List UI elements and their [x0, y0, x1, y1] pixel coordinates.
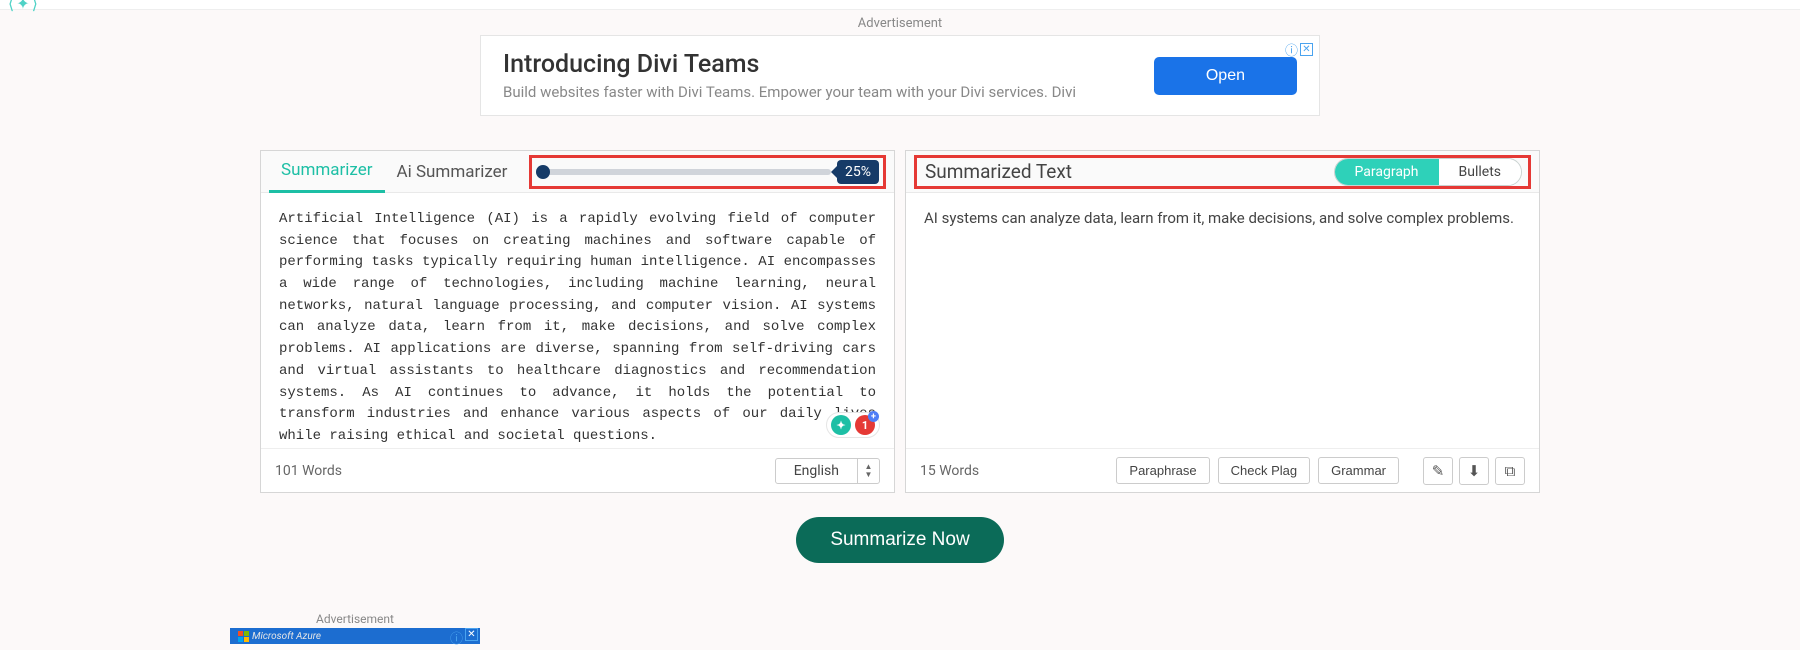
ad-info-icon[interactable]: ⓘ	[1285, 40, 1298, 59]
summarize-now-button[interactable]: Summarize Now	[796, 517, 1003, 563]
ad-banner-bottom[interactable]: Advertisement Microsoft Azure ⓘ ✕	[230, 606, 480, 644]
site-logo[interactable]: ⟨ ✦ ⟩	[8, 0, 58, 8]
output-panel-footer: 15 Words Paraphrase Check Plag Grammar ✎…	[906, 448, 1539, 492]
ad-bottom-bar[interactable]: Microsoft Azure ⓘ ✕	[230, 628, 480, 644]
language-select-arrows-icon[interactable]: ▲▼	[857, 459, 879, 483]
check-plag-button[interactable]: Check Plag	[1218, 457, 1310, 484]
toggle-paragraph[interactable]: Paragraph	[1335, 159, 1439, 185]
slider-value-badge: 25%	[837, 160, 879, 184]
ad-text: Introducing Divi Teams Build websites fa…	[503, 50, 1076, 101]
ad-bottom-close-icon[interactable]: ✕	[465, 628, 478, 641]
ad-bottom-brand: Microsoft Azure	[238, 631, 321, 642]
source-text[interactable]: Artificial Intelligence (AI) is a rapidl…	[279, 209, 876, 448]
output-word-count: 15 Words	[920, 463, 979, 479]
download-icon[interactable]: ⬇	[1459, 457, 1489, 485]
ad-close-icon[interactable]: ✕	[1300, 43, 1313, 56]
hint-badge-icon[interactable]: ✦	[831, 415, 851, 435]
badge-plus-icon: +	[868, 411, 879, 422]
input-panel-body[interactable]: Artificial Intelligence (AI) is a rapidl…	[261, 193, 894, 448]
input-word-count: 101 Words	[275, 463, 342, 479]
tab-summarizer[interactable]: Summarizer	[269, 151, 385, 193]
floating-badges[interactable]: ✦ 1 +	[826, 412, 880, 438]
output-panel: Summarized Text Paragraph Bullets AI sys…	[905, 150, 1540, 493]
ad-label-top: Advertisement	[0, 16, 1800, 31]
paraphrase-button[interactable]: Paraphrase	[1116, 457, 1209, 484]
grammar-button[interactable]: Grammar	[1318, 457, 1399, 484]
microsoft-logo-icon	[238, 631, 249, 642]
copy-icon[interactable]: ⧉	[1495, 457, 1525, 485]
main-panels: Summarizer Ai Summarizer 25% Artificial …	[260, 150, 1540, 493]
toggle-bullets[interactable]: Bullets	[1439, 159, 1521, 185]
output-format-toggle[interactable]: Paragraph Bullets	[1334, 158, 1522, 186]
length-slider-container: 25%	[529, 155, 886, 189]
ad-banner-top[interactable]: Introducing Divi Teams Build websites fa…	[480, 35, 1320, 116]
output-title: Summarized Text	[925, 160, 1072, 183]
ad-close-controls[interactable]: ⓘ ✕	[1285, 40, 1313, 59]
input-panel-footer: 101 Words English ▲▼	[261, 448, 894, 492]
language-select-value: English	[776, 459, 857, 483]
ad-subtitle: Build websites faster with Divi Teams. E…	[503, 83, 1076, 101]
edit-icon[interactable]: ✎	[1423, 457, 1453, 485]
output-panel-body: AI systems can analyze data, learn from …	[906, 193, 1539, 448]
input-panel: Summarizer Ai Summarizer 25% Artificial …	[260, 150, 895, 493]
ad-bottom-close[interactable]: ⓘ ✕	[450, 628, 478, 647]
length-slider[interactable]	[540, 169, 831, 175]
ad-bottom-info-icon[interactable]: ⓘ	[450, 628, 463, 647]
ad-title: Introducing Divi Teams	[503, 50, 1076, 79]
output-panel-header: Summarized Text Paragraph Bullets	[906, 151, 1539, 193]
top-bar: ⟨ ✦ ⟩	[0, 0, 1800, 10]
tab-ai-summarizer[interactable]: Ai Summarizer	[385, 151, 520, 193]
summary-text: AI systems can analyze data, learn from …	[924, 209, 1521, 227]
error-badge-icon[interactable]: 1 +	[855, 415, 875, 435]
input-panel-header: Summarizer Ai Summarizer 25%	[261, 151, 894, 193]
language-select[interactable]: English ▲▼	[775, 458, 880, 484]
slider-thumb[interactable]	[536, 165, 550, 179]
output-action-icons: ✎ ⬇ ⧉	[1423, 457, 1525, 485]
ad-label-bottom: Advertisement	[230, 612, 480, 626]
output-header-highlight: Summarized Text Paragraph Bullets	[914, 155, 1531, 189]
ad-open-button[interactable]: Open	[1154, 57, 1297, 95]
